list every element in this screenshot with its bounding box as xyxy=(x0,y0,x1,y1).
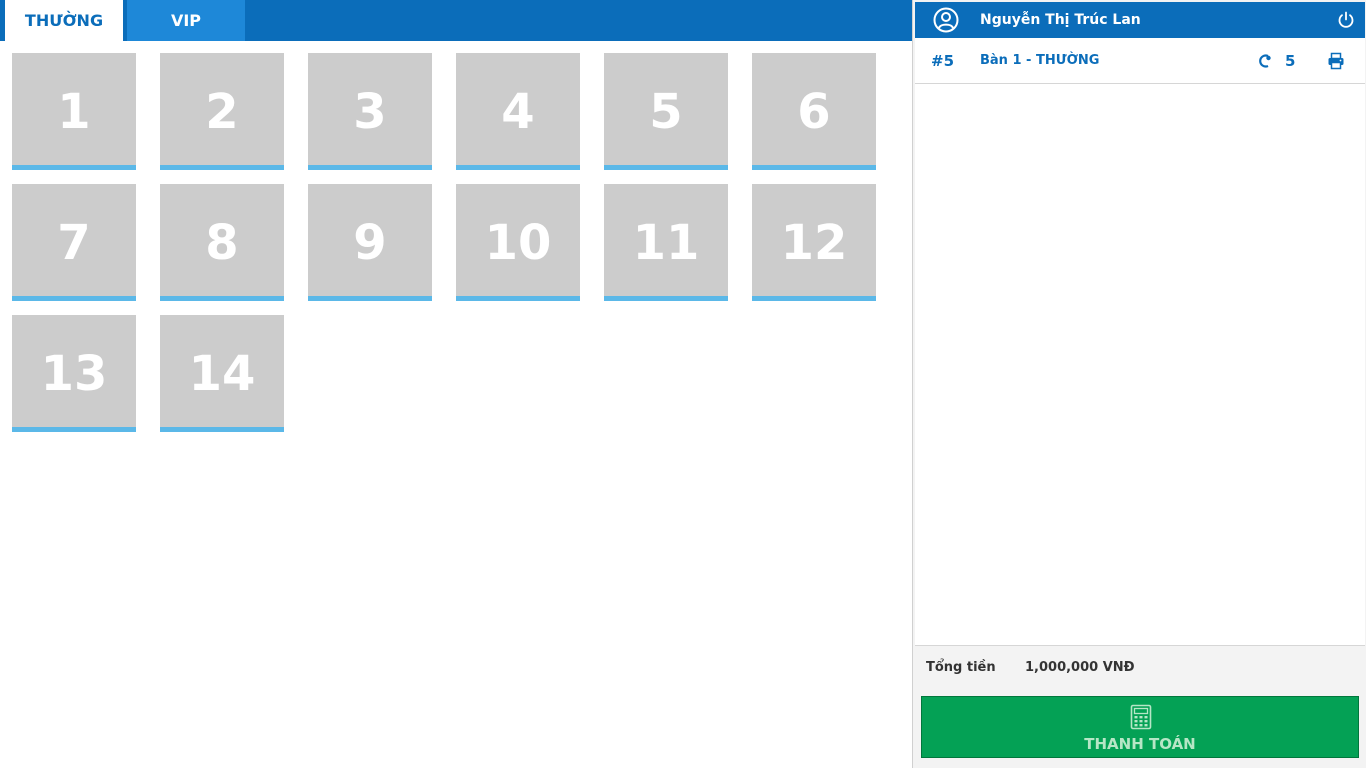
table-number: 7 xyxy=(57,215,91,271)
table-number: 8 xyxy=(205,215,239,271)
table-tile-8[interactable]: 8 xyxy=(160,184,284,301)
table-number: 4 xyxy=(501,84,535,140)
guest-icon[interactable] xyxy=(1257,53,1273,69)
pay-button[interactable]: THANH TOÁN xyxy=(921,696,1359,758)
order-panel: Nguyễn Thị Trúc Lan #5 Bàn 1 - THƯỜNG 5 … xyxy=(912,0,1366,768)
order-items-list xyxy=(915,84,1365,646)
user-icon xyxy=(933,7,959,33)
table-number: 6 xyxy=(797,84,831,140)
total-row: Tổng tiền 1,000,000 VNĐ xyxy=(915,647,1365,689)
table-tile-10[interactable]: 10 xyxy=(456,184,580,301)
order-info-bar: #5 Bàn 1 - THƯỜNG 5 xyxy=(915,38,1365,84)
total-label: Tổng tiền xyxy=(926,660,996,675)
table-number: 9 xyxy=(353,215,387,271)
user-header: Nguyễn Thị Trúc Lan xyxy=(915,2,1365,38)
table-number: 3 xyxy=(353,84,387,140)
table-number: 11 xyxy=(632,215,700,271)
table-number: 2 xyxy=(205,84,239,140)
table-tile-6[interactable]: 6 xyxy=(752,53,876,170)
table-tile-1[interactable]: 1 xyxy=(12,53,136,170)
user-name: Nguyễn Thị Trúc Lan xyxy=(980,12,1141,28)
table-area: THƯỜNG VIP 1 2 3 4 5 6 7 8 9 10 11 12 13… xyxy=(0,0,912,768)
table-number: 10 xyxy=(484,215,552,271)
table-tile-4[interactable]: 4 xyxy=(456,53,580,170)
table-tile-11[interactable]: 11 xyxy=(604,184,728,301)
power-icon[interactable] xyxy=(1337,11,1355,29)
table-tile-3[interactable]: 3 xyxy=(308,53,432,170)
print-icon[interactable] xyxy=(1327,52,1345,70)
table-tile-7[interactable]: 7 xyxy=(12,184,136,301)
guest-count: 5 xyxy=(1285,52,1296,70)
table-tile-13[interactable]: 13 xyxy=(12,315,136,432)
table-tile-9[interactable]: 9 xyxy=(308,184,432,301)
table-number: 14 xyxy=(188,346,256,402)
table-tile-2[interactable]: 2 xyxy=(160,53,284,170)
table-tile-12[interactable]: 12 xyxy=(752,184,876,301)
table-number: 13 xyxy=(40,346,108,402)
table-name: Bàn 1 - THƯỜNG xyxy=(980,53,1100,68)
table-tile-14[interactable]: 14 xyxy=(160,315,284,432)
calculator-icon xyxy=(1130,704,1152,730)
tab-thuong[interactable]: THƯỜNG xyxy=(5,0,123,41)
pay-button-label: THANH TOÁN xyxy=(1084,735,1196,753)
table-tile-5[interactable]: 5 xyxy=(604,53,728,170)
table-number: 1 xyxy=(57,84,91,140)
table-number: 5 xyxy=(649,84,683,140)
tab-bar: THƯỜNG VIP xyxy=(0,0,912,41)
order-number: #5 xyxy=(931,52,955,70)
tab-vip[interactable]: VIP xyxy=(127,0,245,41)
table-number: 12 xyxy=(780,215,848,271)
total-value: 1,000,000 VNĐ xyxy=(1025,660,1135,675)
